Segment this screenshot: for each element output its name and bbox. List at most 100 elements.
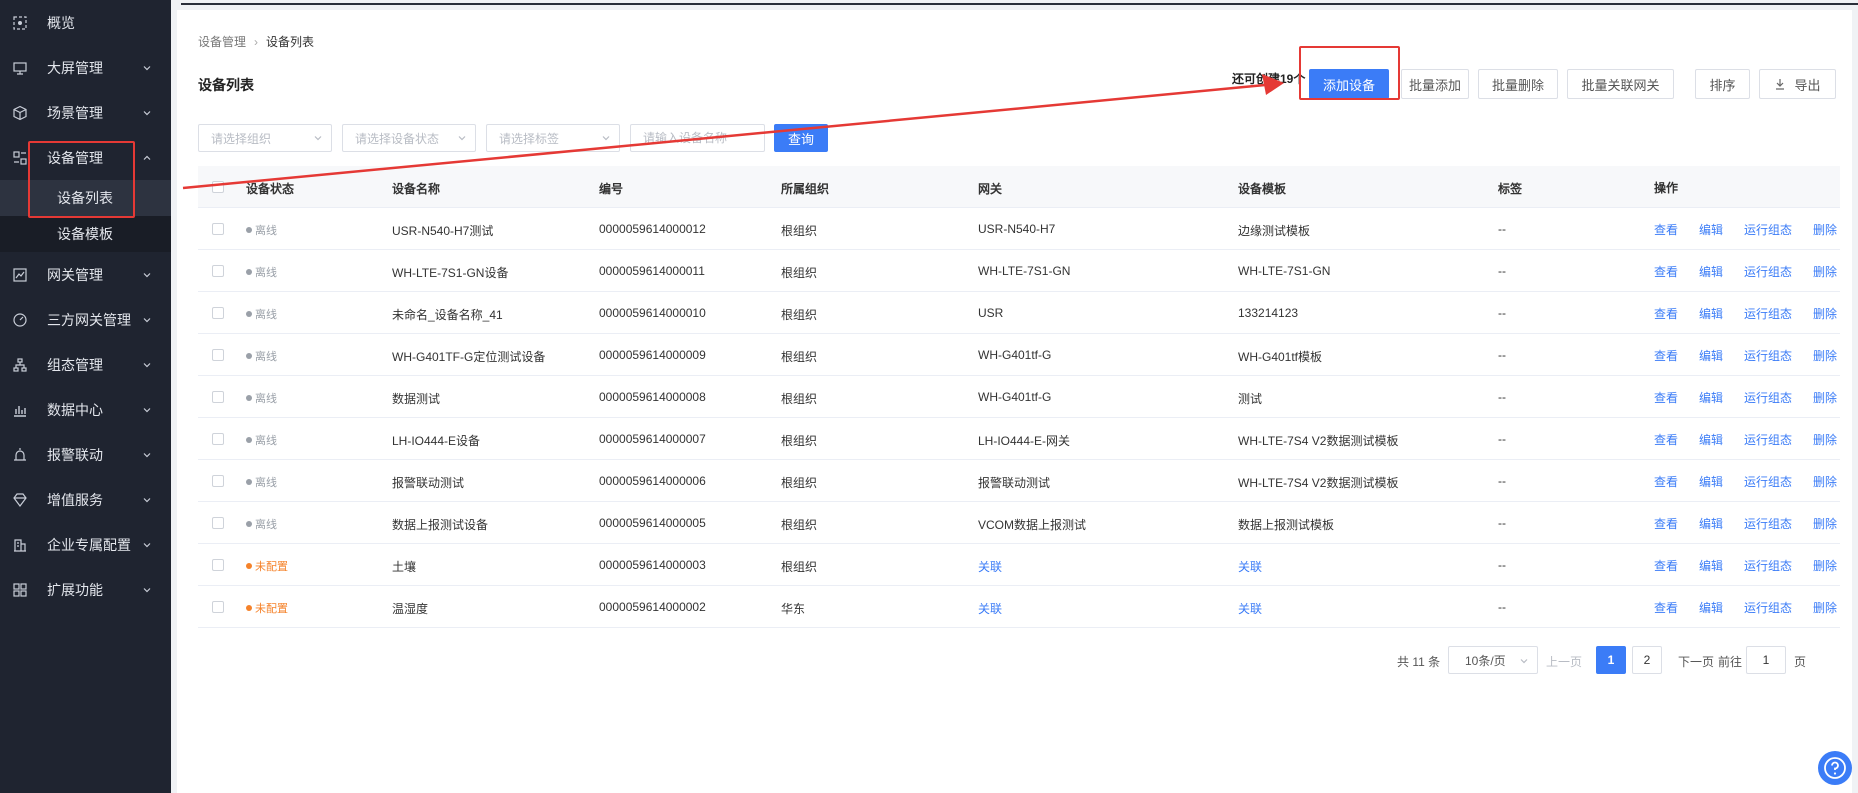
sidebar-subitem-1[interactable]: 设备模板	[0, 216, 171, 252]
sidebar-item-5[interactable]: 三方网关管理	[0, 297, 171, 342]
next-page-button[interactable]: 下一页	[1678, 653, 1714, 670]
delete-link[interactable]: 删除	[1813, 517, 1837, 531]
run-scada-link[interactable]: 运行组态	[1744, 475, 1792, 489]
batch-delete-button[interactable]: 批量删除	[1478, 69, 1558, 99]
sidebar-item-6[interactable]: 组态管理	[0, 342, 171, 387]
page-1-button[interactable]: 1	[1596, 646, 1626, 674]
run-scada-link[interactable]: 运行组态	[1744, 307, 1792, 321]
edit-link[interactable]: 编辑	[1699, 433, 1723, 447]
sidebar-item-11[interactable]: 扩展功能	[0, 567, 171, 612]
run-scada-link[interactable]: 运行组态	[1744, 265, 1792, 279]
run-scada-link[interactable]: 运行组态	[1744, 433, 1792, 447]
delete-link[interactable]: 删除	[1813, 391, 1837, 405]
sidebar-item-7[interactable]: 数据中心	[0, 387, 171, 432]
batch-link-gateway-button[interactable]: 批量关联网关	[1567, 69, 1674, 99]
page-size-select[interactable]: 10条/页	[1448, 646, 1538, 674]
row-checkbox[interactable]	[212, 349, 224, 361]
link-template-link[interactable]: 关联	[1238, 600, 1262, 617]
delete-link[interactable]: 删除	[1813, 349, 1837, 363]
breadcrumb-parent[interactable]: 设备管理	[198, 33, 246, 50]
run-scada-link[interactable]: 运行组态	[1744, 517, 1792, 531]
view-link[interactable]: 查看	[1654, 433, 1678, 447]
query-button[interactable]: 查询	[774, 124, 828, 152]
link-gateway-link[interactable]: 关联	[978, 558, 1002, 575]
help-button[interactable]	[1818, 751, 1852, 785]
device-gateway: LH-IO444-E-网关	[978, 434, 1071, 448]
col-name: 设备名称	[392, 182, 441, 196]
sidebar-item-4[interactable]: 网关管理	[0, 252, 171, 297]
sidebar-subitem-0[interactable]: 设备列表	[0, 180, 171, 216]
status-dot-icon	[246, 605, 252, 612]
select-all-checkbox[interactable]	[212, 181, 224, 193]
run-scada-link[interactable]: 运行组态	[1744, 223, 1792, 237]
edit-link[interactable]: 编辑	[1699, 349, 1723, 363]
view-link[interactable]: 查看	[1654, 517, 1678, 531]
edit-link[interactable]: 编辑	[1699, 307, 1723, 321]
device-name-input[interactable]	[630, 124, 765, 152]
edit-link[interactable]: 编辑	[1699, 391, 1723, 405]
edit-link[interactable]: 编辑	[1699, 223, 1723, 237]
row-checkbox[interactable]	[212, 433, 224, 445]
row-checkbox[interactable]	[212, 265, 224, 277]
add-device-button[interactable]: 添加设备	[1309, 69, 1389, 99]
run-scada-link[interactable]: 运行组态	[1744, 601, 1792, 615]
device-template: WH-LTE-7S1-GN	[1238, 264, 1331, 278]
bar-chart-icon	[12, 402, 28, 418]
edit-link[interactable]: 编辑	[1699, 559, 1723, 573]
sidebar-item-0[interactable]: 概览	[0, 0, 171, 45]
goto-page-input[interactable]: 1	[1746, 646, 1786, 674]
link-template-link[interactable]: 关联	[1238, 558, 1262, 575]
sidebar-item-label: 概览	[47, 14, 75, 31]
view-link[interactable]: 查看	[1654, 601, 1678, 615]
view-link[interactable]: 查看	[1654, 349, 1678, 363]
view-link[interactable]: 查看	[1654, 307, 1678, 321]
batch-add-button[interactable]: 批量添加	[1401, 69, 1469, 99]
page-2-button[interactable]: 2	[1632, 646, 1662, 674]
edit-link[interactable]: 编辑	[1699, 517, 1723, 531]
sidebar-item-8[interactable]: 报警联动	[0, 432, 171, 477]
run-scada-link[interactable]: 运行组态	[1744, 559, 1792, 573]
sidebar-item-2[interactable]: 场景管理	[0, 90, 171, 135]
sidebar-item-10[interactable]: 企业专属配置	[0, 522, 171, 567]
row-checkbox[interactable]	[212, 391, 224, 403]
delete-link[interactable]: 删除	[1813, 475, 1837, 489]
delete-link[interactable]: 删除	[1813, 307, 1837, 321]
org-select[interactable]: 请选择组织	[198, 124, 332, 152]
status-text: 离线	[255, 435, 277, 447]
run-scada-link[interactable]: 运行组态	[1744, 349, 1792, 363]
view-link[interactable]: 查看	[1654, 559, 1678, 573]
sidebar-item-3[interactable]: 设备管理	[0, 135, 171, 180]
sidebar-item-1[interactable]: 大屏管理	[0, 45, 171, 90]
edit-link[interactable]: 编辑	[1699, 601, 1723, 615]
row-checkbox[interactable]	[212, 559, 224, 571]
delete-link[interactable]: 删除	[1813, 601, 1837, 615]
row-checkbox[interactable]	[212, 223, 224, 235]
prev-page-button[interactable]: 上一页	[1546, 653, 1582, 670]
tag-select[interactable]: 请选择标签	[486, 124, 620, 152]
device-id: 0000059614000010	[599, 306, 706, 320]
delete-link[interactable]: 删除	[1813, 223, 1837, 237]
status-select[interactable]: 请选择设备状态	[342, 124, 476, 152]
device-name: WH-LTE-7S1-GN设备	[392, 266, 509, 280]
export-button[interactable]: 导出	[1759, 69, 1836, 99]
view-link[interactable]: 查看	[1654, 223, 1678, 237]
delete-link[interactable]: 删除	[1813, 265, 1837, 279]
link-gateway-link[interactable]: 关联	[978, 600, 1002, 617]
edit-link[interactable]: 编辑	[1699, 265, 1723, 279]
delete-link[interactable]: 删除	[1813, 559, 1837, 573]
row-checkbox[interactable]	[212, 517, 224, 529]
sidebar-item-label: 设备管理	[47, 149, 103, 166]
edit-link[interactable]: 编辑	[1699, 475, 1723, 489]
table-row: 离线 LH-IO444-E设备 0000059614000007 根组织 LH-…	[198, 418, 1840, 460]
row-checkbox[interactable]	[212, 601, 224, 613]
row-checkbox[interactable]	[212, 475, 224, 487]
sidebar-item-label: 扩展功能	[47, 581, 103, 598]
view-link[interactable]: 查看	[1654, 265, 1678, 279]
delete-link[interactable]: 删除	[1813, 433, 1837, 447]
sidebar-item-9[interactable]: 增值服务	[0, 477, 171, 522]
view-link[interactable]: 查看	[1654, 391, 1678, 405]
sort-button[interactable]: 排序	[1695, 69, 1750, 99]
row-checkbox[interactable]	[212, 307, 224, 319]
run-scada-link[interactable]: 运行组态	[1744, 391, 1792, 405]
view-link[interactable]: 查看	[1654, 475, 1678, 489]
